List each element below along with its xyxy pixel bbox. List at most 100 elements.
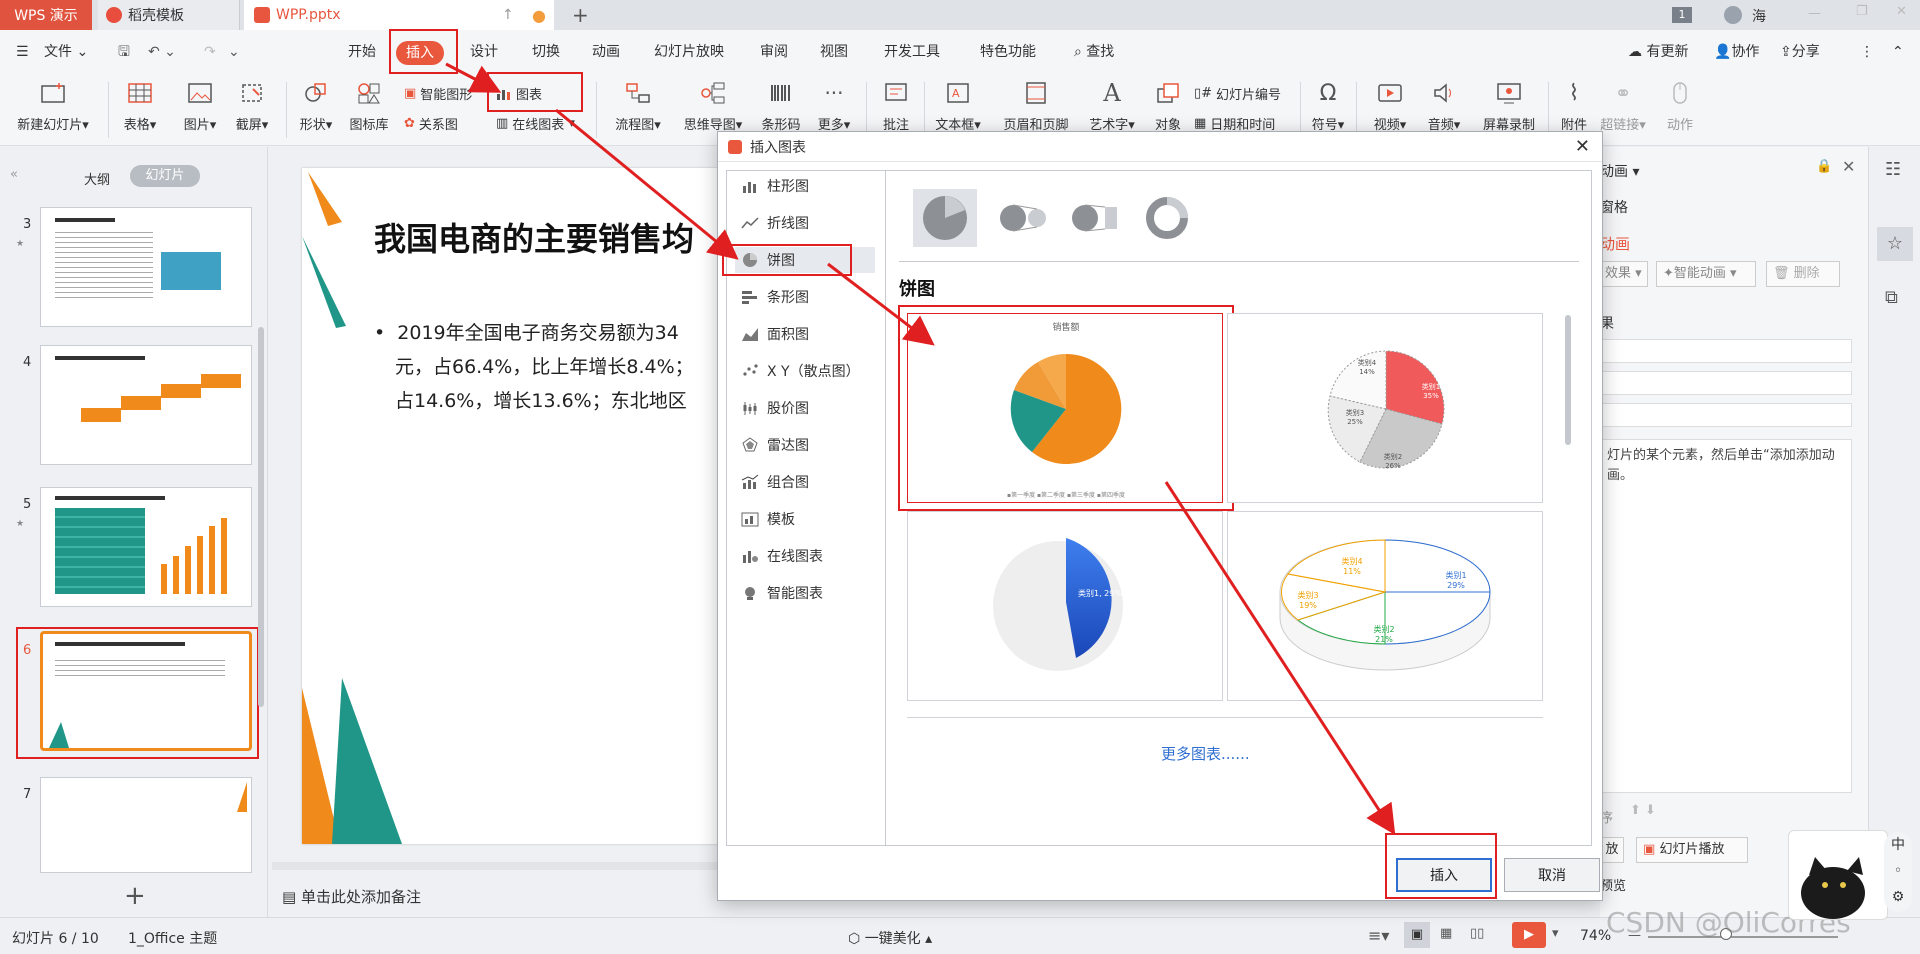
category-bar[interactable]: 条形图 (735, 284, 875, 310)
dialog-close-icon[interactable]: ✕ (1575, 136, 1590, 157)
attachment-button[interactable]: ⌇ 附件 (1556, 78, 1592, 134)
horizontal-scrollbar[interactable] (272, 862, 722, 870)
ime-toolbar[interactable]: 中 ◦ ⚙ (1884, 832, 1912, 912)
menu-home[interactable]: 开始 (348, 40, 376, 64)
settings-sliders-icon[interactable]: ☷ (1885, 159, 1901, 180)
relation-button[interactable]: ✿ 关系图 (404, 114, 458, 133)
menu-animation[interactable]: 动画 (592, 40, 620, 64)
smart-animation-button[interactable]: ✦智能动画 ▾ (1656, 261, 1756, 287)
effect-button[interactable]: 效果 ▾ (1600, 261, 1648, 287)
notes-toggle-icon[interactable]: ≡▾ (1368, 926, 1389, 945)
notes-area[interactable]: ▤ 单击此处添加备注 (282, 886, 421, 907)
user-name[interactable]: 海 (1752, 6, 1766, 26)
share-button[interactable]: ⇪分享 (1780, 40, 1820, 64)
category-template[interactable]: 模板 (735, 506, 875, 532)
tab-wps-app[interactable]: WPS 演示 (0, 0, 92, 30)
delete-button[interactable]: 🗑 删除 (1766, 261, 1840, 287)
action-button[interactable]: 动作 (1660, 78, 1700, 133)
more-button[interactable]: ··· 更多▾ (814, 78, 854, 133)
collab-button[interactable]: 👤协作 (1714, 40, 1759, 64)
direction-select[interactable] (1600, 371, 1852, 395)
object-button[interactable]: 对象 (1150, 78, 1186, 133)
cancel-button[interactable]: 取消 (1504, 858, 1600, 892)
menu-transition[interactable]: 切换 (532, 40, 560, 64)
icon-library-button[interactable]: 图标库 (346, 78, 392, 133)
transition-icon[interactable]: ⧉ (1885, 287, 1898, 308)
subtype-pie[interactable] (913, 189, 977, 247)
chart-preview-4[interactable]: 类别1 29% 类别2 21% 类别3 19% 类别4 11% (1227, 511, 1543, 701)
table-button[interactable]: 表格▾ (120, 78, 160, 133)
flowchart-button[interactable]: 流程图▾ (610, 78, 666, 133)
auto-preview[interactable]: 预览 (1600, 875, 1626, 894)
symbol-button[interactable]: Ω 符号▾ (1308, 78, 1348, 134)
slide-thumbnail-3[interactable] (40, 207, 252, 327)
slide-body[interactable]: • 2019年全国电子商务交易额为34 元，占66.4%，比上年增长8.4%； … (374, 316, 694, 418)
comment-button[interactable]: 批注 (876, 78, 916, 133)
mascot-widget[interactable] (1788, 830, 1888, 920)
slide-title[interactable]: 我国电商的主要销售均 (374, 214, 694, 260)
category-scatter[interactable]: X Y（散点图） (735, 358, 875, 384)
chart-preview-3[interactable]: 类别1, 29% (907, 511, 1223, 701)
shape-button[interactable]: 形状▾ (296, 78, 336, 133)
slide-thumbnail-7[interactable] (40, 777, 252, 873)
menu-review[interactable]: 审阅 (760, 40, 788, 64)
slide-number-button[interactable]: ▯# 幻灯片编号 (1194, 84, 1281, 103)
slide-thumbnail-6-selected[interactable] (40, 631, 252, 751)
reading-view-icon[interactable]: ▯▯ (1470, 926, 1484, 941)
slideshow-button[interactable]: ▣ 幻灯片播放 (1636, 837, 1748, 863)
menu-special[interactable]: 特色功能 (980, 40, 1036, 64)
menu-slideshow[interactable]: 幻灯片放映 (654, 40, 724, 64)
animation-list[interactable]: 灯片的某个元素，然后单击“添加添加动画。 (1600, 439, 1852, 793)
subtype-bar-of-pie[interactable] (1065, 189, 1125, 247)
barcode-button[interactable]: 条形码 (758, 78, 804, 133)
custom-animation-label[interactable]: 动画 (1600, 233, 1630, 254)
menu-file[interactable]: 文件 ⌄ (44, 40, 88, 64)
notification-badge[interactable]: 1 (1672, 7, 1692, 23)
collapse-ribbon-icon[interactable]: ⌃ (1892, 40, 1904, 64)
animation-star-icon[interactable]: ☆ (1877, 227, 1913, 261)
menu-design[interactable]: 设计 (470, 40, 498, 64)
slide-thumbnail-5[interactable] (40, 487, 252, 607)
avatar[interactable] (1724, 6, 1742, 24)
category-combo[interactable]: 组合图 (735, 469, 875, 495)
online-chart-button[interactable]: ▥ 在线图表 ▾ (496, 114, 575, 133)
screen-record-button[interactable]: 屏幕录制 (1478, 78, 1540, 133)
picture-button[interactable]: 图片▾ (180, 78, 220, 133)
insert-button[interactable]: 插入 (1396, 858, 1492, 892)
hamburger-icon[interactable]: ☰ (16, 40, 29, 64)
category-pie[interactable]: 饼图 (735, 247, 875, 273)
more-menu-icon[interactable]: ⋮ (1860, 40, 1874, 64)
more-charts-link[interactable]: 更多图表...... (1161, 743, 1250, 764)
close-panel-icon[interactable]: ✕ (1842, 157, 1855, 176)
subtype-doughnut[interactable] (1137, 189, 1197, 247)
collapse-panel-icon[interactable]: « (10, 167, 18, 182)
beautify-button[interactable]: ⬡ 一键美化 ▴ (848, 928, 932, 948)
tab-slides[interactable]: 幻灯片 (130, 165, 200, 187)
save-icon[interactable]: 🖫 (118, 40, 130, 64)
minimize-icon[interactable]: — (1808, 6, 1821, 21)
upload-icon[interactable]: ↑ (502, 7, 514, 23)
audio-button[interactable]: 音频▾ (1424, 78, 1464, 133)
menu-developer[interactable]: 开发工具 (884, 40, 940, 64)
header-footer-button[interactable]: 页眉和页脚 (996, 78, 1076, 133)
tab-document[interactable]: WPP.pptx ↑ ● (244, 0, 554, 30)
mindmap-button[interactable]: 思维导图▾ (678, 78, 748, 133)
sorter-view-icon[interactable]: ▦ (1440, 926, 1452, 941)
category-column[interactable]: 柱形图 (735, 173, 875, 199)
preview-scrollbar[interactable] (1565, 315, 1571, 445)
slide-thumbnail-4[interactable] (40, 345, 252, 465)
category-radar[interactable]: 雷达图 (735, 432, 875, 458)
panel-header[interactable]: 动画 ▾ (1600, 161, 1639, 181)
redo-icon[interactable]: ↷ (204, 40, 216, 64)
new-tab-icon[interactable]: + (572, 3, 589, 27)
speed-select[interactable] (1600, 403, 1852, 427)
chart-preview-1[interactable]: 销售额 ▪第一季度 ▪第二季度 ▪第三季度 ▪第四季度 (907, 313, 1223, 503)
pin-icon[interactable]: 🔒 (1816, 159, 1832, 174)
start-select[interactable] (1600, 339, 1852, 363)
tab-outline[interactable]: 大纲 (84, 169, 110, 188)
undo-icon[interactable]: ↶ ⌄ (148, 40, 176, 64)
category-area[interactable]: 面积图 (735, 321, 875, 347)
menu-insert[interactable]: 插入 (396, 41, 444, 65)
wordart-button[interactable]: A 艺术字▾ (1084, 78, 1140, 133)
menu-view[interactable]: 视图 (820, 40, 848, 64)
